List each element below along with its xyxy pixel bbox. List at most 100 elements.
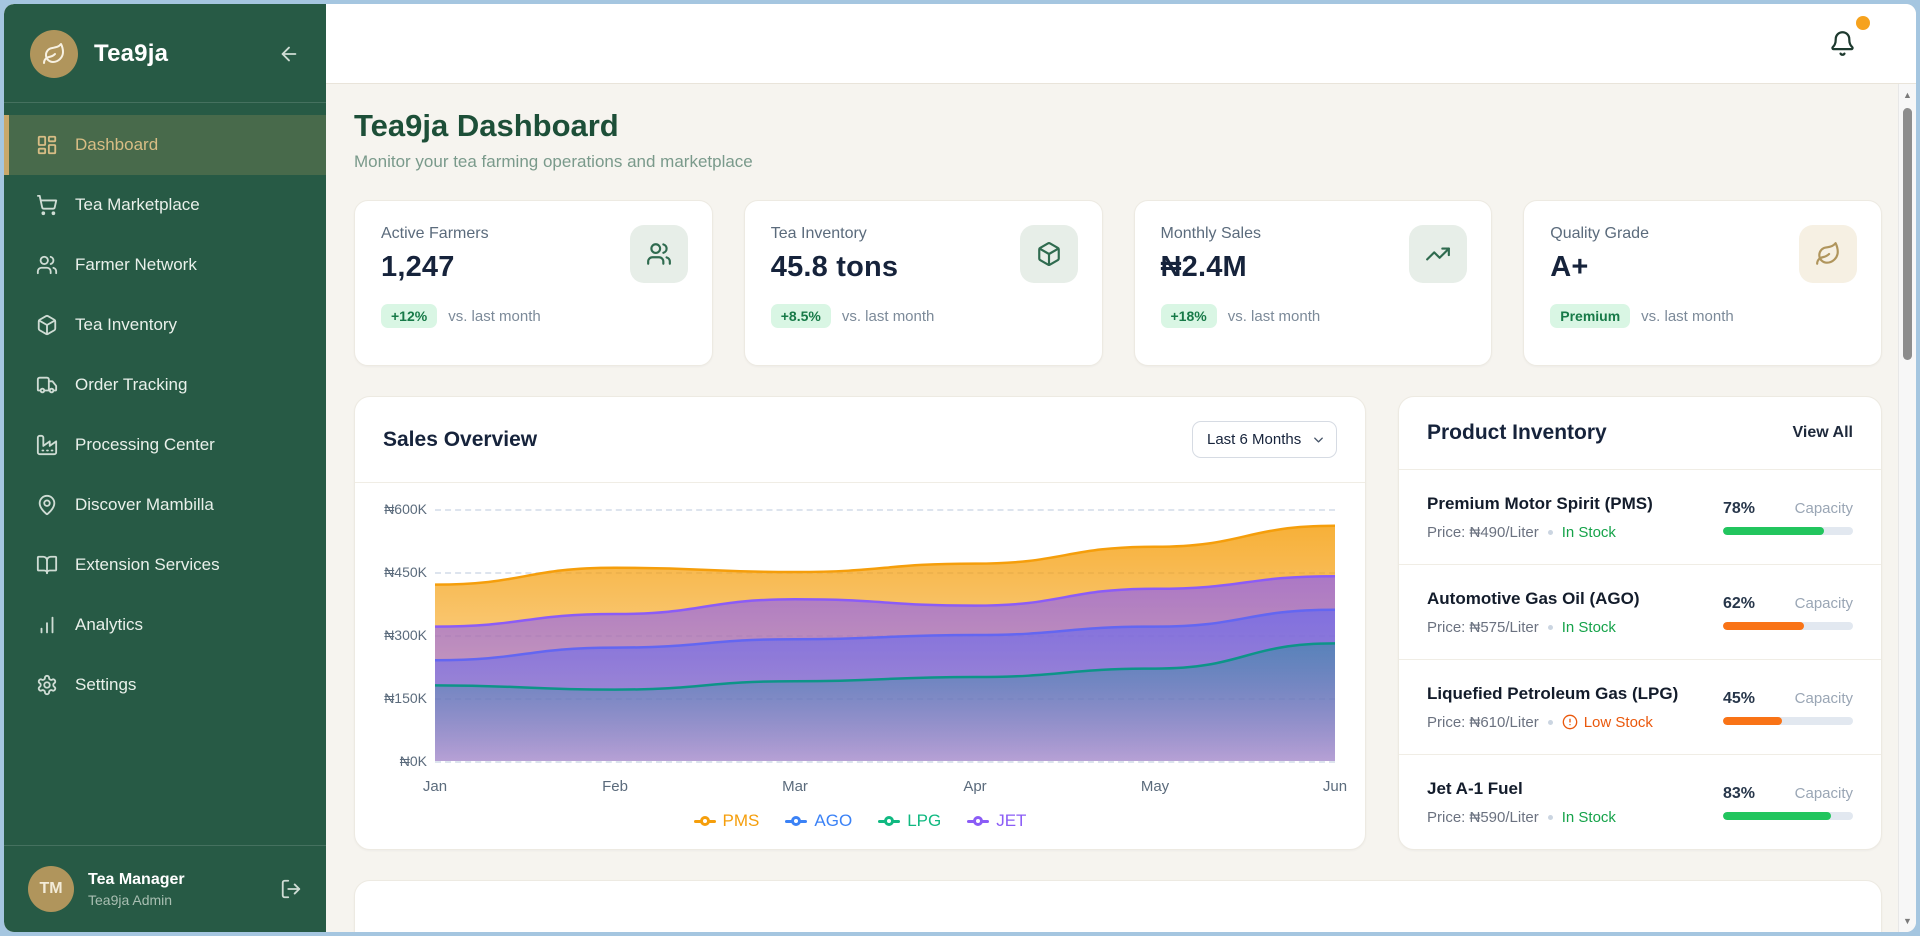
- arrow-left-icon: [278, 43, 300, 65]
- scrollbar: ▲ ▼: [1898, 84, 1916, 932]
- capacity-bar: [1723, 812, 1853, 820]
- notification-dot: [1856, 16, 1870, 30]
- legend-label: LPG: [907, 811, 941, 831]
- capacity-label: Capacity: [1795, 595, 1853, 612]
- product-inventory-card: Product Inventory View All Premium Motor…: [1398, 396, 1882, 850]
- next-section-card: [354, 880, 1882, 932]
- sidebar-item-analytics[interactable]: Analytics: [4, 595, 326, 655]
- users-icon: [646, 241, 672, 267]
- sidebar-item-settings[interactable]: Settings: [4, 655, 326, 715]
- scroll-down-arrow[interactable]: ▼: [1899, 916, 1916, 926]
- stat-card-tea-inventory: Tea Inventory45.8 tons+8.5%vs. last mont…: [744, 200, 1103, 366]
- capacity-percent: 45%: [1723, 690, 1755, 708]
- sidebar-item-dashboard[interactable]: Dashboard: [4, 115, 326, 175]
- app-title: Tea9ja: [94, 40, 262, 68]
- gear-icon: [36, 674, 58, 696]
- legend-item-jet[interactable]: JET: [967, 811, 1026, 831]
- x-tick-label: Mar: [782, 778, 808, 795]
- avatar: TM: [28, 866, 74, 912]
- inventory-row-liquefied-petroleum-gas-lpg: Liquefied Petroleum Gas (LPG)Price: ₦610…: [1399, 660, 1881, 755]
- leaf-icon: [1815, 241, 1841, 267]
- sidebar-collapse-button[interactable]: [278, 43, 300, 65]
- topbar: [326, 4, 1916, 84]
- stat-badge: +12%: [381, 304, 437, 328]
- product-inventory-title: Product Inventory: [1427, 421, 1607, 445]
- capacity-percent: 83%: [1723, 785, 1755, 803]
- factory-icon: [36, 434, 58, 456]
- sidebar-item-label: Farmer Network: [75, 255, 197, 275]
- stat-badge: Premium: [1550, 304, 1630, 328]
- product-price: Price: ₦610/Liter: [1427, 714, 1539, 731]
- capacity-label: Capacity: [1795, 500, 1853, 517]
- scrollbar-thumb[interactable]: [1903, 108, 1912, 360]
- sidebar-item-label: Extension Services: [75, 555, 220, 575]
- sidebar-item-farmer-network[interactable]: Farmer Network: [4, 235, 326, 295]
- sidebar-item-label: Dashboard: [75, 135, 158, 155]
- sidebar-item-tea-marketplace[interactable]: Tea Marketplace: [4, 175, 326, 235]
- stat-note: vs. last month: [1228, 308, 1321, 325]
- chart-legend: PMS AGO LPG JET: [355, 801, 1365, 849]
- chart-y-axis: ₦600K₦450K₦300K₦150K₦0K: [371, 509, 435, 761]
- map-pin-icon: [36, 494, 58, 516]
- user-role: Tea9ja Admin: [88, 892, 266, 908]
- y-tick-label: ₦450K: [384, 564, 427, 580]
- sidebar-nav: Dashboard Tea Marketplace Farmer Network Te…: [4, 115, 326, 845]
- leaf-icon: [42, 42, 66, 66]
- capacity-bar: [1723, 717, 1853, 725]
- page-subtitle: Monitor your tea farming operations and …: [354, 152, 1882, 172]
- x-tick-label: Jun: [1323, 778, 1347, 795]
- dashboard-content: Tea9ja Dashboard Monitor your tea farmin…: [326, 84, 1916, 932]
- capacity-label: Capacity: [1795, 785, 1853, 802]
- dashboard-icon: [36, 134, 58, 156]
- stats-row: Active Farmers1,247+12%vs. last monthTea…: [354, 200, 1882, 366]
- product-name: Automotive Gas Oil (AGO): [1427, 589, 1640, 609]
- legend-marker: [967, 816, 989, 826]
- legend-marker: [785, 816, 807, 826]
- legend-marker: [694, 816, 716, 826]
- sidebar-item-discover-mambilla[interactable]: Discover Mambilla: [4, 475, 326, 535]
- stat-badge: +8.5%: [771, 304, 831, 328]
- notifications-button[interactable]: [1829, 30, 1856, 57]
- sidebar-item-tea-inventory[interactable]: Tea Inventory: [4, 295, 326, 355]
- legend-label: PMS: [723, 811, 760, 831]
- legend-label: AGO: [814, 811, 852, 831]
- product-name: Jet A-1 Fuel: [1427, 779, 1616, 799]
- stat-card-active-farmers: Active Farmers1,247+12%vs. last month: [354, 200, 713, 366]
- legend-item-pms[interactable]: PMS: [694, 811, 760, 831]
- gridline: [435, 761, 1335, 763]
- sales-area-chart: [435, 509, 1335, 761]
- logout-button[interactable]: [280, 878, 302, 900]
- legend-marker: [878, 816, 900, 826]
- sales-chart: ₦600K₦450K₦300K₦150K₦0K JanFebMarAprMayJ…: [355, 483, 1365, 801]
- sidebar-header: Tea9ja: [4, 4, 326, 103]
- sales-overview-title: Sales Overview: [383, 428, 537, 452]
- main-area: Tea9ja Dashboard Monitor your tea farmin…: [326, 4, 1916, 932]
- sidebar-item-label: Order Tracking: [75, 375, 187, 395]
- range-select[interactable]: Last 6 Months: [1192, 421, 1337, 458]
- sidebar-item-order-tracking[interactable]: Order Tracking: [4, 355, 326, 415]
- tea9ja-logo: [30, 30, 78, 78]
- view-all-button[interactable]: View All: [1793, 424, 1853, 442]
- sidebar-item-extension-services[interactable]: Extension Services: [4, 535, 326, 595]
- bar-chart-icon: [36, 614, 58, 636]
- stock-status: Low Stock: [1562, 714, 1653, 731]
- x-tick-label: May: [1141, 778, 1169, 795]
- box-icon: [36, 314, 58, 336]
- dot-separator: [1548, 530, 1553, 535]
- capacity-bar: [1723, 622, 1853, 630]
- scroll-up-arrow[interactable]: ▲: [1899, 90, 1916, 100]
- book-icon: [36, 554, 58, 576]
- chart-x-axis: JanFebMarAprMayJun: [435, 769, 1335, 795]
- dot-separator: [1548, 625, 1553, 630]
- user-profile: TM Tea Manager Tea9ja Admin: [4, 845, 326, 932]
- sidebar-item-processing-center[interactable]: Processing Center: [4, 415, 326, 475]
- legend-item-ago[interactable]: AGO: [785, 811, 852, 831]
- sidebar: Tea9ja Dashboard Tea Marketplace Farmer Ne…: [4, 4, 326, 932]
- inventory-row-premium-motor-spirit-pms: Premium Motor Spirit (PMS)Price: ₦490/Li…: [1399, 470, 1881, 565]
- sales-overview-card: Sales Overview Last 6 Months ₦600K₦450K₦…: [354, 396, 1366, 850]
- product-price: Price: ₦590/Liter: [1427, 809, 1539, 826]
- stat-card-quality-grade: Quality GradeA+Premiumvs. last month: [1523, 200, 1882, 366]
- legend-item-lpg[interactable]: LPG: [878, 811, 941, 831]
- stock-status: In Stock: [1562, 619, 1616, 636]
- dot-separator: [1548, 815, 1553, 820]
